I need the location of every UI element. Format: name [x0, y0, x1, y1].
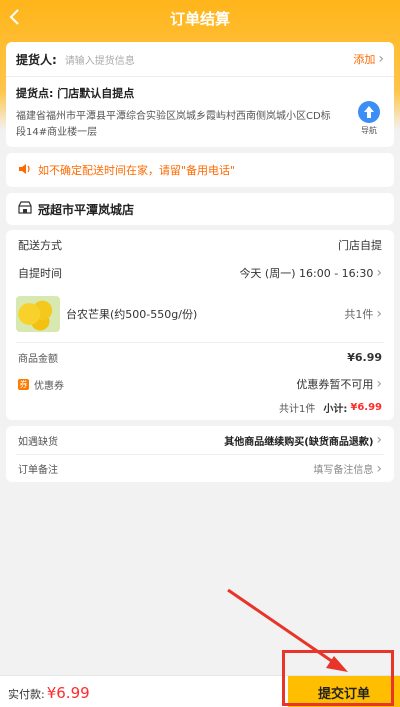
pay-value: ¥6.99 [46, 684, 90, 702]
annotation-highlight-box [282, 650, 394, 706]
annotation-arrow [227, 588, 348, 672]
pay-amount: 实付款: ¥6.99 [8, 684, 90, 702]
pay-label: 实付款: [8, 688, 45, 701]
